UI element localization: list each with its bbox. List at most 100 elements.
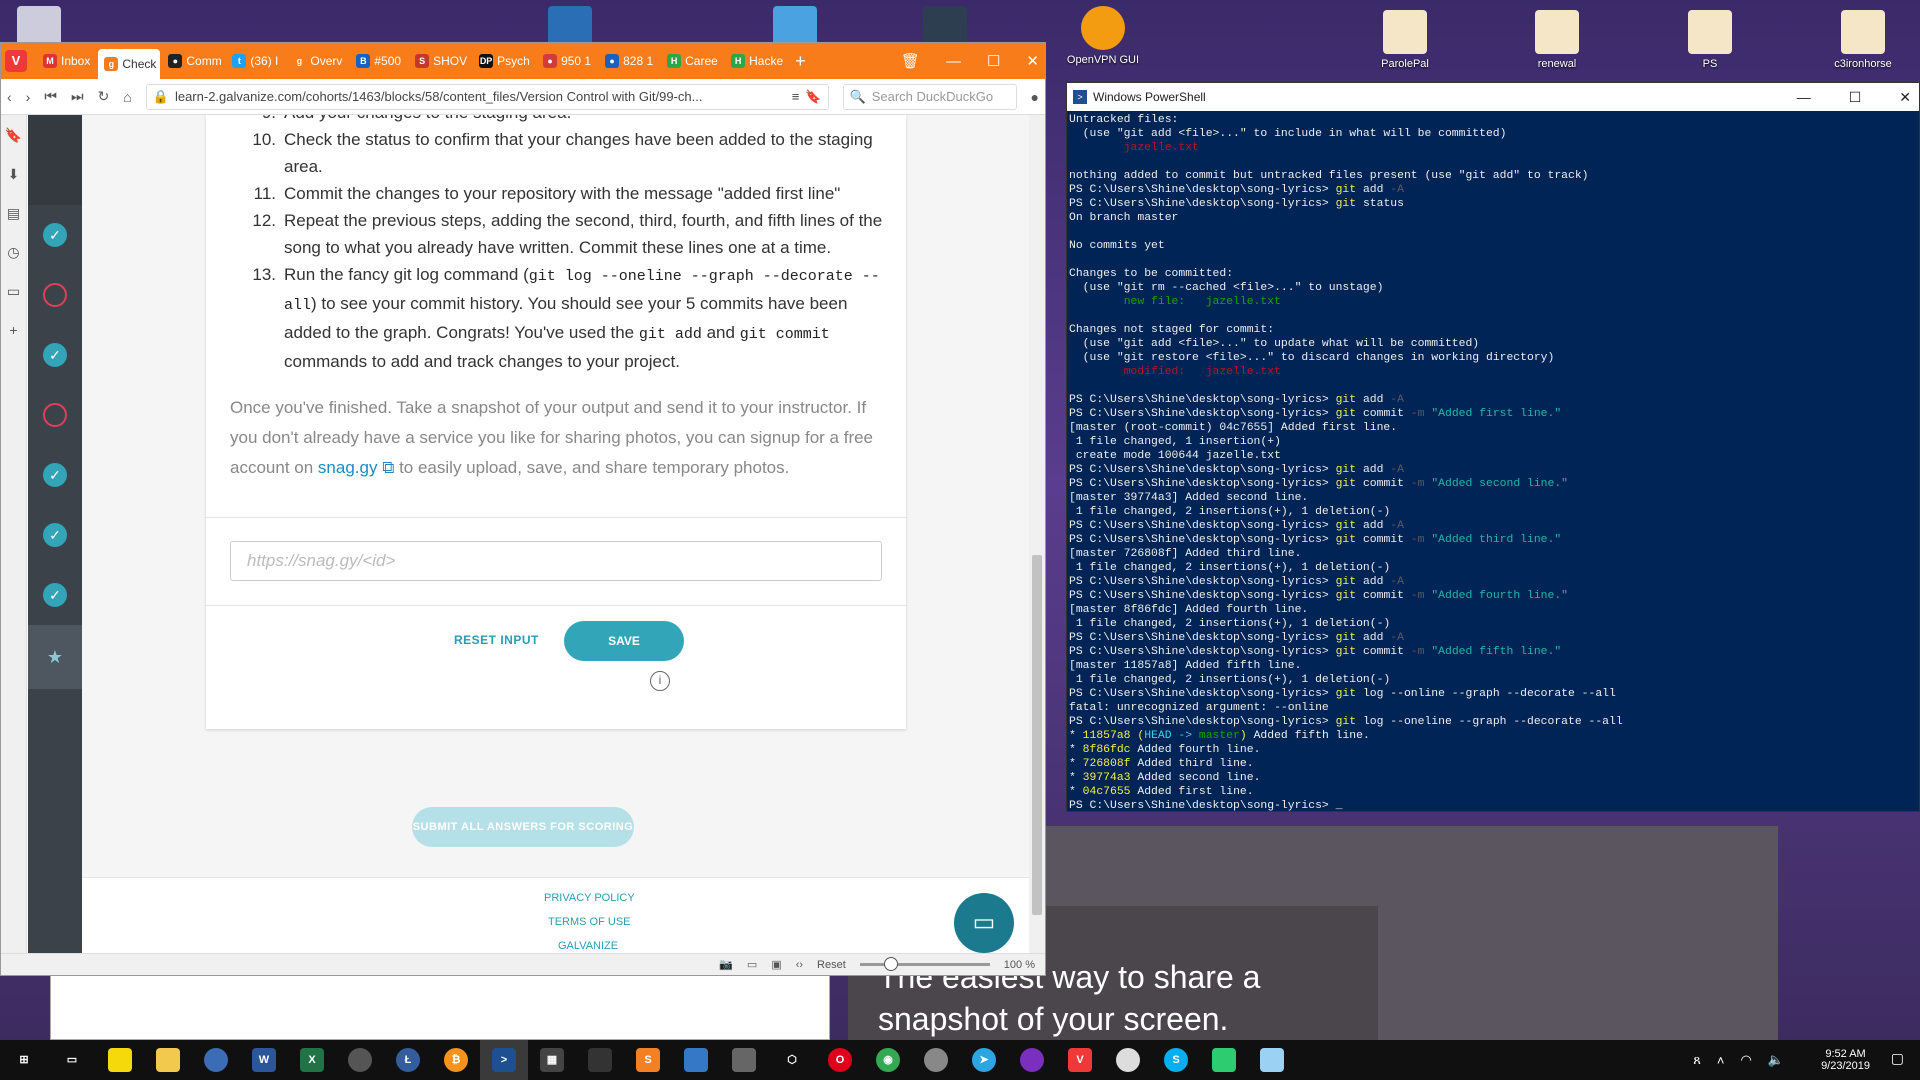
close-icon[interactable]: ✕ xyxy=(1026,52,1039,70)
fastforward-icon[interactable]: ⏭ xyxy=(71,88,84,105)
taskbar-sticky-notes[interactable] xyxy=(96,1040,144,1080)
submit-all-button[interactable]: SUBMIT ALL ANSWERS FOR SCORING xyxy=(412,807,634,847)
tab-950[interactable]: ● 950 1 xyxy=(537,48,597,74)
tab-hacke[interactable]: H Hacke xyxy=(725,48,787,74)
tab-inbox[interactable]: M Inbox xyxy=(37,48,96,74)
tab-36[interactable]: t (36) I xyxy=(226,48,284,74)
taskbar-bitcoin[interactable]: ₿ xyxy=(432,1040,480,1080)
volume-icon[interactable]: 🔈 xyxy=(1768,1052,1784,1068)
taskbar-network[interactable] xyxy=(672,1040,720,1080)
notifications-icon[interactable]: ▢ xyxy=(1891,1050,1904,1067)
taskbar-app[interactable] xyxy=(336,1040,384,1080)
snaggy-url-input[interactable]: https://snag.gy/<id> xyxy=(230,541,882,581)
tab-comm[interactable]: ● Comm xyxy=(162,48,224,74)
terminal-output[interactable]: Untracked files: (use "git add <file>...… xyxy=(1067,111,1919,811)
tab-828[interactable]: ● 828 1 xyxy=(599,48,659,74)
close-icon[interactable]: ✕ xyxy=(1899,89,1911,106)
step-complete[interactable]: ✓ xyxy=(28,445,82,505)
terms-link[interactable]: TERMS OF USE xyxy=(548,916,631,928)
back-icon[interactable]: ‹ xyxy=(7,89,12,105)
step-complete[interactable]: ✓ xyxy=(28,205,82,265)
vivaldi-logo-icon[interactable]: V xyxy=(5,50,27,72)
snaggy-link[interactable]: snag.gy xyxy=(318,458,378,477)
chat-icon[interactable]: ▭ xyxy=(954,893,1014,953)
taskbar-sublime[interactable]: S xyxy=(624,1040,672,1080)
zoom-slider[interactable] xyxy=(859,957,990,971)
step-complete[interactable]: ✓ xyxy=(28,325,82,385)
taskbar-app[interactable] xyxy=(576,1040,624,1080)
taskbar-app[interactable] xyxy=(1008,1040,1056,1080)
code-icon[interactable]: ‹› xyxy=(796,959,803,971)
tab-overv[interactable]: g Overv xyxy=(286,48,348,74)
taskbar-chrome[interactable]: ◉ xyxy=(864,1040,912,1080)
openvpn-icon[interactable]: OpenVPN GUI xyxy=(1058,6,1148,66)
tab-500[interactable]: B #500 xyxy=(350,48,407,74)
parolepal-icon[interactable]: ParolePal xyxy=(1360,10,1450,70)
task-view-button[interactable]: ▭ xyxy=(48,1040,96,1080)
bookmark-icon[interactable]: 🔖 xyxy=(805,89,821,105)
step-complete[interactable]: ✓ xyxy=(28,565,82,625)
taskbar-explorer[interactable] xyxy=(144,1040,192,1080)
address-bar[interactable]: 🔒 learn-2.galvanize.com/cohorts/1463/bloc… xyxy=(145,83,829,110)
info-icon[interactable]: i xyxy=(650,671,670,691)
taskbar-app[interactable] xyxy=(1200,1040,1248,1080)
page-scrollbar[interactable] xyxy=(1029,115,1045,955)
clock[interactable]: 9:52 AM 9/23/2019 xyxy=(1821,1040,1870,1080)
rewind-icon[interactable]: ⏮ xyxy=(44,88,57,105)
trash-icon[interactable]: 🗑 xyxy=(901,52,920,70)
taskbar-app[interactable] xyxy=(912,1040,960,1080)
tab-caree[interactable]: H Caree xyxy=(661,48,723,74)
start-button[interactable]: ⊞ xyxy=(0,1040,48,1080)
taskbar-app[interactable] xyxy=(1104,1040,1152,1080)
step-incomplete[interactable] xyxy=(28,265,82,325)
taskbar-opera[interactable]: O xyxy=(816,1040,864,1080)
tab-check[interactable]: g Check xyxy=(98,49,161,79)
minimize-icon[interactable]: — xyxy=(1797,89,1811,105)
reader-icon[interactable]: ≡ xyxy=(792,89,800,104)
camera-icon[interactable]: 📷 xyxy=(719,958,733,971)
c3ironhorse-icon[interactable]: c3ironhorse xyxy=(1818,10,1908,70)
image-icon[interactable]: ▣ xyxy=(771,958,781,971)
maximize-icon[interactable]: ☐ xyxy=(987,52,1000,70)
reload-icon[interactable]: ↻ xyxy=(98,88,110,105)
bookmarks-panel-icon[interactable]: 🔖 xyxy=(5,127,22,144)
step-complete[interactable]: ✓ xyxy=(28,505,82,565)
taskbar-app[interactable]: ⬡ xyxy=(768,1040,816,1080)
taskbar-app[interactable] xyxy=(192,1040,240,1080)
chevron-up-icon[interactable]: ˄ xyxy=(1717,1053,1725,1068)
renewal-icon[interactable]: renewal xyxy=(1512,10,1602,70)
minimize-icon[interactable]: — xyxy=(946,53,961,70)
history-panel-icon[interactable]: ◷ xyxy=(7,244,19,261)
tab-psych[interactable]: DP Psych xyxy=(473,48,535,74)
taskbar-vivaldi[interactable]: V xyxy=(1056,1040,1104,1080)
privacy-policy-link[interactable]: PRIVACY POLICY xyxy=(544,892,635,904)
downloads-panel-icon[interactable]: ⬇ xyxy=(8,166,20,183)
galvanize-link[interactable]: GALVANIZE xyxy=(558,940,618,952)
ps-folder-icon[interactable]: PS xyxy=(1665,10,1755,70)
home-icon[interactable]: ⌂ xyxy=(123,89,131,105)
wifi-icon[interactable]: ◠ xyxy=(1740,1052,1751,1068)
add-panel-icon[interactable]: + xyxy=(9,322,17,338)
taskbar-telegram[interactable]: ➤ xyxy=(960,1040,1008,1080)
tab-shov[interactable]: S SHOV xyxy=(409,48,471,74)
window-panel-icon[interactable]: ▭ xyxy=(7,283,20,300)
zoom-reset[interactable]: Reset xyxy=(817,959,846,971)
taskbar-app[interactable] xyxy=(1248,1040,1296,1080)
profile-icon[interactable]: ● xyxy=(1031,89,1039,105)
new-tab-button[interactable]: + xyxy=(789,48,812,74)
taskbar-excel[interactable]: X xyxy=(288,1040,336,1080)
notes-panel-icon[interactable]: ▤ xyxy=(7,205,20,222)
taskbar-calculator[interactable]: ▦ xyxy=(528,1040,576,1080)
step-incomplete[interactable] xyxy=(28,385,82,445)
taskbar-litecoin[interactable]: Ł xyxy=(384,1040,432,1080)
taskbar-app[interactable] xyxy=(720,1040,768,1080)
save-button[interactable]: SAVE xyxy=(564,621,684,661)
taskbar-powershell[interactable]: > xyxy=(480,1040,528,1080)
taskbar-word[interactable]: W xyxy=(240,1040,288,1080)
taskbar-skype[interactable]: S xyxy=(1152,1040,1200,1080)
search-field[interactable]: 🔍 Search DuckDuckGo xyxy=(842,83,1017,110)
maximize-icon[interactable]: ☐ xyxy=(1849,89,1862,106)
tiling-icon[interactable]: ▭ xyxy=(747,958,757,971)
step-current[interactable]: ★ xyxy=(28,625,82,689)
reset-input-button[interactable]: RESET INPUT xyxy=(454,633,539,647)
